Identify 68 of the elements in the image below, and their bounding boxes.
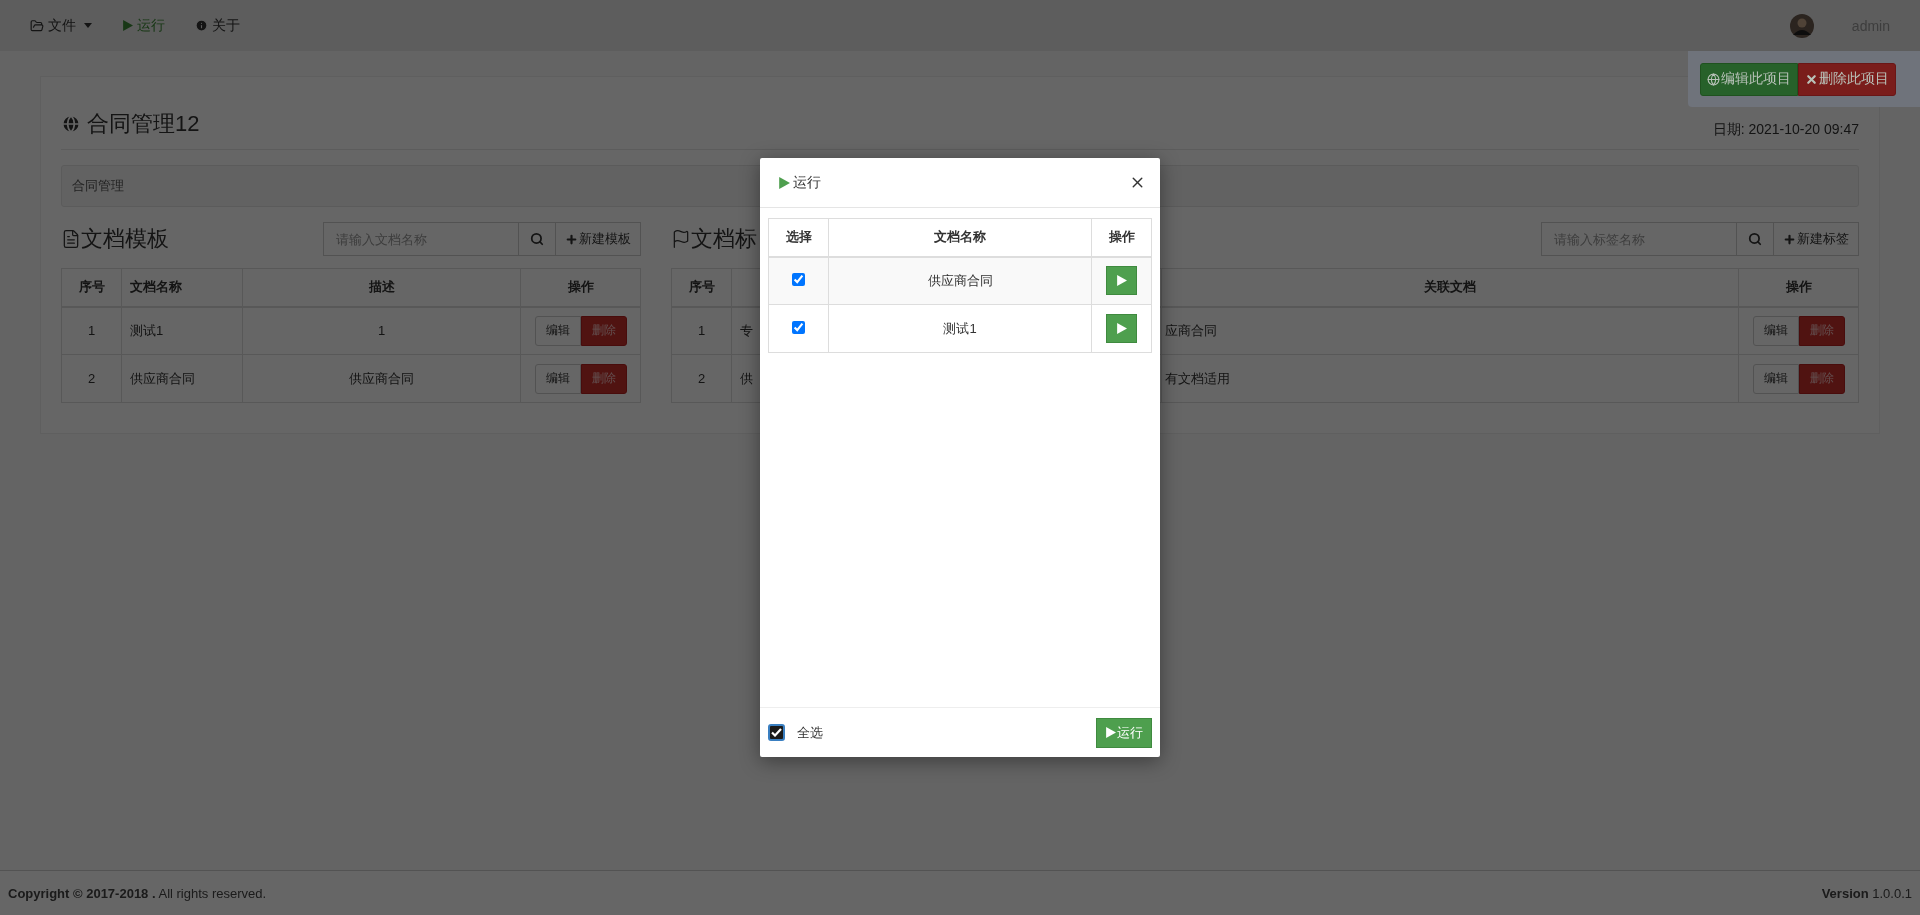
menu-item[interactable]: 关于	[195, 16, 240, 35]
run-row-button[interactable]	[1106, 266, 1137, 296]
info-icon	[195, 19, 208, 32]
column-header: 文档名称	[828, 218, 1092, 257]
add-button[interactable]: 新建标签	[1774, 222, 1859, 256]
column-header: 操作	[1091, 218, 1152, 257]
project-title: 合同管理12	[87, 110, 200, 138]
column-header: 操作	[1738, 268, 1859, 307]
cell-text: 应商合同	[1165, 322, 1217, 338]
flag-icon	[671, 229, 691, 249]
run-button[interactable]: 运行	[1096, 717, 1152, 748]
edit-button[interactable]: 编辑	[534, 315, 581, 346]
document-icon	[61, 229, 81, 249]
table-cell: 测试1	[828, 304, 1092, 353]
search-button[interactable]	[1737, 222, 1774, 256]
table-cell: 1	[242, 306, 521, 355]
cell-text: 有文档适用	[1165, 370, 1230, 386]
edit-button[interactable]: 编辑	[534, 363, 581, 394]
play-icon	[1116, 275, 1127, 287]
column-header: 选择	[768, 218, 829, 257]
caret-icon	[84, 23, 92, 28]
table-cell: 测试1	[121, 306, 243, 355]
search-button[interactable]	[519, 222, 556, 256]
run-row-button[interactable]	[1106, 314, 1137, 343]
table-cell: 2	[61, 354, 122, 403]
edit-button[interactable]: 编辑	[1752, 363, 1799, 394]
search-icon	[1748, 232, 1762, 246]
menu-item[interactable]: 文件	[30, 16, 92, 35]
add-button[interactable]: 新建模板	[556, 222, 641, 256]
column-header: 操作	[520, 268, 641, 307]
edit-project-button[interactable]: 编辑此项目	[1700, 62, 1798, 96]
column-header: 序号	[61, 268, 122, 307]
edit-button[interactable]: 编辑	[1752, 315, 1799, 346]
avatar-icon[interactable]	[1789, 13, 1814, 38]
plus-icon	[1783, 232, 1796, 246]
close-icon	[1805, 72, 1818, 86]
section-title: 文档模板	[81, 225, 169, 253]
section-title: 文档标	[691, 225, 757, 253]
column-header: 描述	[242, 268, 521, 307]
copyright-text: Copyright © 2017-2018 . All rights reserved.	[8, 885, 267, 901]
column-header: 序号	[671, 268, 732, 307]
check-icon	[771, 728, 782, 737]
play-icon	[1105, 727, 1116, 738]
column-header: 文档名称	[121, 268, 243, 307]
folder-icon	[30, 18, 44, 33]
column-header: 关联文档	[1161, 268, 1739, 307]
dialog-title: 运行	[778, 173, 821, 192]
select-all-checkbox[interactable]	[768, 724, 785, 741]
globe-icon	[61, 114, 81, 134]
version-text: Version 1.0.0.1	[1821, 885, 1912, 901]
table-cell: 供应商合同	[828, 256, 1092, 305]
globe-icon	[1707, 72, 1720, 86]
date-text: 日期: 2021-10-20 09:47	[1712, 121, 1859, 139]
play-icon	[122, 20, 133, 31]
play-icon	[778, 176, 790, 189]
table-cell: 供应商合同	[242, 354, 521, 403]
search-icon	[530, 232, 544, 246]
delete-project-button[interactable]: 删除此项目	[1798, 62, 1896, 96]
row-checkbox[interactable]	[792, 320, 805, 334]
plus-icon	[565, 232, 578, 246]
table-cell: 供应商合同	[121, 354, 243, 403]
table-cell: 1	[61, 306, 122, 355]
menu-item[interactable]: 运行	[122, 16, 165, 35]
table-cell: 2	[671, 354, 732, 403]
table-cell: 1	[671, 306, 732, 355]
row-checkbox[interactable]	[792, 272, 805, 286]
select-all-label: 全选	[797, 723, 823, 742]
play-icon	[1116, 323, 1127, 334]
